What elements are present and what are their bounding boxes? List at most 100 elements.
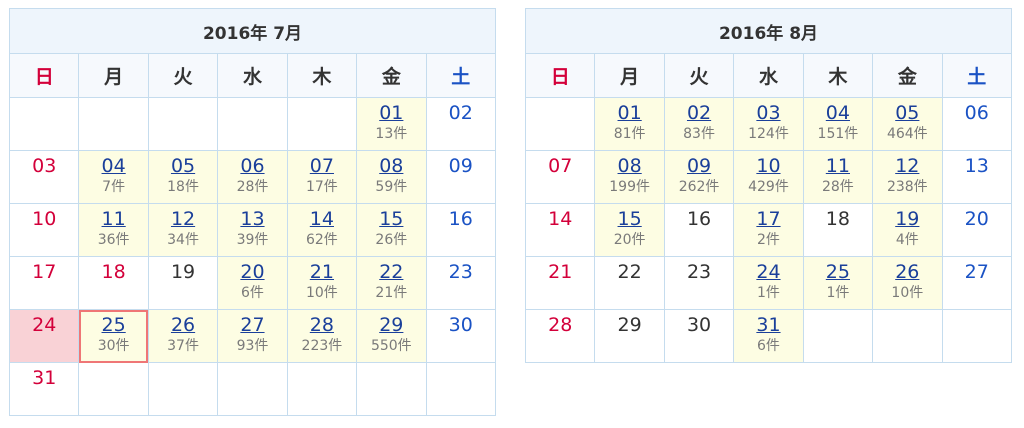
day-number: 27 — [964, 261, 989, 283]
weekday-header-tue: 火 — [663, 53, 735, 98]
empty-day-cell — [78, 362, 149, 416]
day-count: 18件 — [167, 179, 199, 195]
day-count: 26件 — [375, 232, 408, 248]
day-link[interactable]: 26 — [873, 261, 941, 283]
day-link[interactable]: 15 — [595, 208, 663, 230]
day-count: 238件 — [886, 179, 928, 195]
calendar-august: 2016年 8月 日 月 火 水 木 金 土 01 81件 02 83件 03 124件 0… — [524, 8, 1013, 363]
empty-day-cell — [286, 362, 358, 416]
day-link[interactable]: 14 — [288, 208, 356, 230]
day-number: 22 — [617, 261, 642, 283]
day-number: 18 — [825, 208, 850, 230]
day-cell: 28 223件 — [286, 309, 358, 363]
day-link[interactable]: 11 — [79, 208, 147, 230]
week-row: 28 29 30 31 6件 — [524, 309, 1013, 363]
day-link[interactable]: 05 — [149, 155, 217, 177]
day-cell: 23 — [663, 256, 735, 310]
day-cell: 24 — [8, 309, 80, 363]
day-link[interactable]: 20 — [218, 261, 286, 283]
day-link[interactable]: 06 — [218, 155, 286, 177]
day-cell: 08 59件 — [356, 150, 427, 204]
day-link[interactable]: 25 — [79, 314, 147, 336]
day-link[interactable]: 24 — [734, 261, 802, 283]
day-cell: 20 — [941, 203, 1013, 257]
day-number: 13 — [964, 155, 989, 177]
day-link[interactable]: 12 — [873, 155, 941, 177]
day-link[interactable]: 01 — [357, 102, 425, 124]
day-count: 13件 — [375, 126, 408, 142]
day-link[interactable]: 19 — [873, 208, 941, 230]
day-link[interactable]: 15 — [357, 208, 425, 230]
day-link[interactable]: 22 — [357, 261, 425, 283]
day-cell: 27 93件 — [217, 309, 288, 363]
day-count: 151件 — [817, 126, 859, 142]
day-number: 06 — [964, 102, 989, 124]
calendar-july: 2016年 7月 日 月 火 水 木 金 土 01 13件 02 03 04 7件 05 18… — [8, 8, 497, 416]
day-link[interactable]: 05 — [873, 102, 941, 124]
day-count: 39件 — [236, 232, 269, 248]
day-link[interactable]: 02 — [665, 102, 733, 124]
day-number: 30 — [448, 314, 473, 336]
empty-day-cell — [941, 309, 1013, 363]
day-count: 20件 — [613, 232, 646, 248]
day-count: 429件 — [748, 179, 789, 195]
weekday-header-fri: 金 — [356, 53, 427, 98]
day-cell: 19 4件 — [872, 203, 943, 257]
day-cell: 13 39件 — [217, 203, 288, 257]
week-row: 21 22 23 24 1件 25 1件 26 10件 27 — [524, 256, 1013, 310]
day-link[interactable]: 26 — [149, 314, 217, 336]
day-count: 124件 — [748, 126, 789, 142]
day-cell: 06 28件 — [217, 150, 288, 204]
day-link[interactable]: 09 — [665, 155, 733, 177]
day-count: 36件 — [97, 232, 130, 248]
week-row: 01 81件 02 83件 03 124件 04 151件 05 464件 06 — [524, 97, 1013, 151]
weekday-header-sun: 日 — [8, 53, 80, 98]
day-cell: 17 — [8, 256, 80, 310]
day-number: 16 — [448, 208, 473, 230]
day-number: 23 — [686, 261, 712, 283]
empty-day-cell — [286, 97, 358, 151]
day-link[interactable]: 17 — [734, 208, 802, 230]
weekday-header-mon: 月 — [78, 53, 149, 98]
day-cell: 21 — [524, 256, 596, 310]
day-cell: 26 10件 — [872, 256, 943, 310]
day-link[interactable]: 04 — [79, 155, 147, 177]
day-link[interactable]: 12 — [149, 208, 217, 230]
day-cell: 10 429件 — [733, 150, 804, 204]
day-link[interactable]: 07 — [288, 155, 356, 177]
day-count: 21件 — [375, 285, 408, 301]
day-number: 10 — [32, 208, 57, 230]
day-count: 59件 — [375, 179, 408, 195]
day-link[interactable]: 13 — [218, 208, 286, 230]
empty-day-cell — [217, 97, 288, 151]
day-cell: 31 — [8, 362, 80, 416]
day-count: 7件 — [102, 179, 126, 195]
day-count: 464件 — [886, 126, 928, 142]
day-link[interactable]: 10 — [734, 155, 802, 177]
day-count: 83件 — [683, 126, 715, 142]
day-link[interactable]: 04 — [804, 102, 872, 124]
day-link[interactable]: 08 — [357, 155, 425, 177]
day-count: 4件 — [895, 232, 919, 248]
day-link[interactable]: 03 — [734, 102, 802, 124]
day-cell: 15 20件 — [594, 203, 665, 257]
empty-day-cell — [8, 97, 80, 151]
day-link[interactable]: 28 — [288, 314, 356, 336]
day-cell: 24 1件 — [733, 256, 804, 310]
day-number: 02 — [448, 102, 473, 124]
week-row: 24 25 30件 26 37件 27 93件 28 223件 29 550件 30 — [8, 309, 497, 363]
day-cell: 09 — [425, 150, 497, 204]
day-link[interactable]: 21 — [288, 261, 356, 283]
day-cell: 26 37件 — [147, 309, 219, 363]
day-number: 20 — [964, 208, 989, 230]
day-link[interactable]: 01 — [595, 102, 663, 124]
day-link[interactable]: 11 — [804, 155, 872, 177]
day-link[interactable]: 25 — [804, 261, 872, 283]
day-link[interactable]: 29 — [357, 314, 425, 336]
week-row: 31 — [8, 362, 497, 416]
day-number: 17 — [32, 261, 57, 283]
day-link[interactable]: 31 — [734, 314, 802, 336]
day-link[interactable]: 27 — [218, 314, 286, 336]
weekday-header-mon: 月 — [594, 53, 665, 98]
day-link[interactable]: 08 — [595, 155, 663, 177]
